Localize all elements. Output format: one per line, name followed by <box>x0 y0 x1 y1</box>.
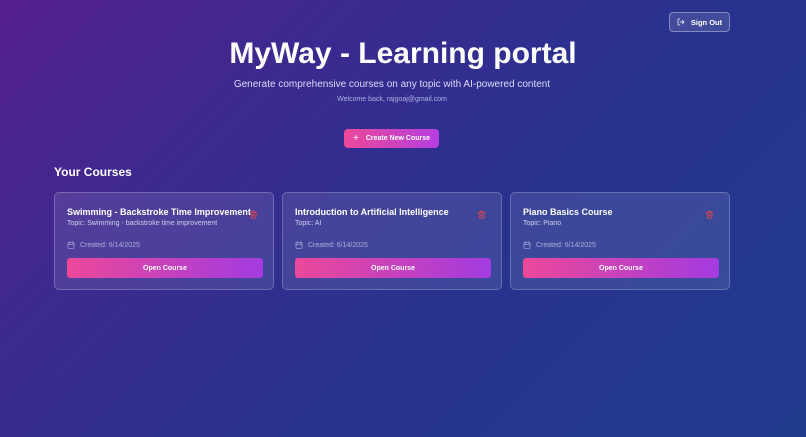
sign-out-label: Sign Out <box>690 17 723 27</box>
calendar-icon <box>67 241 75 249</box>
calendar-icon <box>523 241 531 249</box>
course-created-date: Created: 6/14/2025 <box>523 241 596 249</box>
course-title: Swimming - Backstroke Time Improvement <box>67 207 251 217</box>
course-created-date: Created: 6/14/2025 <box>67 241 140 249</box>
create-course-label: Create New Course <box>365 135 431 142</box>
open-course-button[interactable]: Open Course <box>295 258 491 278</box>
course-created-label: Created: 6/14/2025 <box>536 241 596 249</box>
course-created-date: Created: 6/14/2025 <box>295 241 368 249</box>
courses-section-title: Your Courses <box>54 165 132 179</box>
course-card: Introduction to Artificial Intelligence … <box>282 192 502 290</box>
page-title: MyWay - Learning portal <box>229 37 577 70</box>
create-course-button[interactable]: + Create New Course <box>344 129 439 148</box>
open-course-button[interactable]: Open Course <box>523 258 719 278</box>
welcome-message: Welcome back, rajgoaj@gmail.com <box>337 96 447 103</box>
course-topic: Topic: Piano <box>523 220 562 227</box>
course-title: Piano Basics Course <box>523 207 613 217</box>
trash-icon[interactable] <box>477 210 486 219</box>
log-out-icon <box>677 18 685 26</box>
course-card: Swimming - Backstroke Time Improvement T… <box>54 192 274 290</box>
trash-icon[interactable] <box>249 210 258 219</box>
course-created-label: Created: 6/14/2025 <box>308 241 368 249</box>
page-subtitle: Generate comprehensive courses on any to… <box>233 79 551 90</box>
trash-icon[interactable] <box>705 210 714 219</box>
calendar-icon <box>295 241 303 249</box>
course-card: Piano Basics Course Topic: Piano Created… <box>510 192 730 290</box>
sign-out-button[interactable]: Sign Out <box>669 12 730 32</box>
course-created-label: Created: 6/14/2025 <box>80 241 140 249</box>
course-title: Introduction to Artificial Intelligence <box>295 207 449 217</box>
course-topic: Topic: Swimming - backstroke time improv… <box>67 220 218 227</box>
plus-icon: + <box>352 132 359 144</box>
course-topic: Topic: AI <box>295 220 322 227</box>
open-course-button[interactable]: Open Course <box>67 258 263 278</box>
